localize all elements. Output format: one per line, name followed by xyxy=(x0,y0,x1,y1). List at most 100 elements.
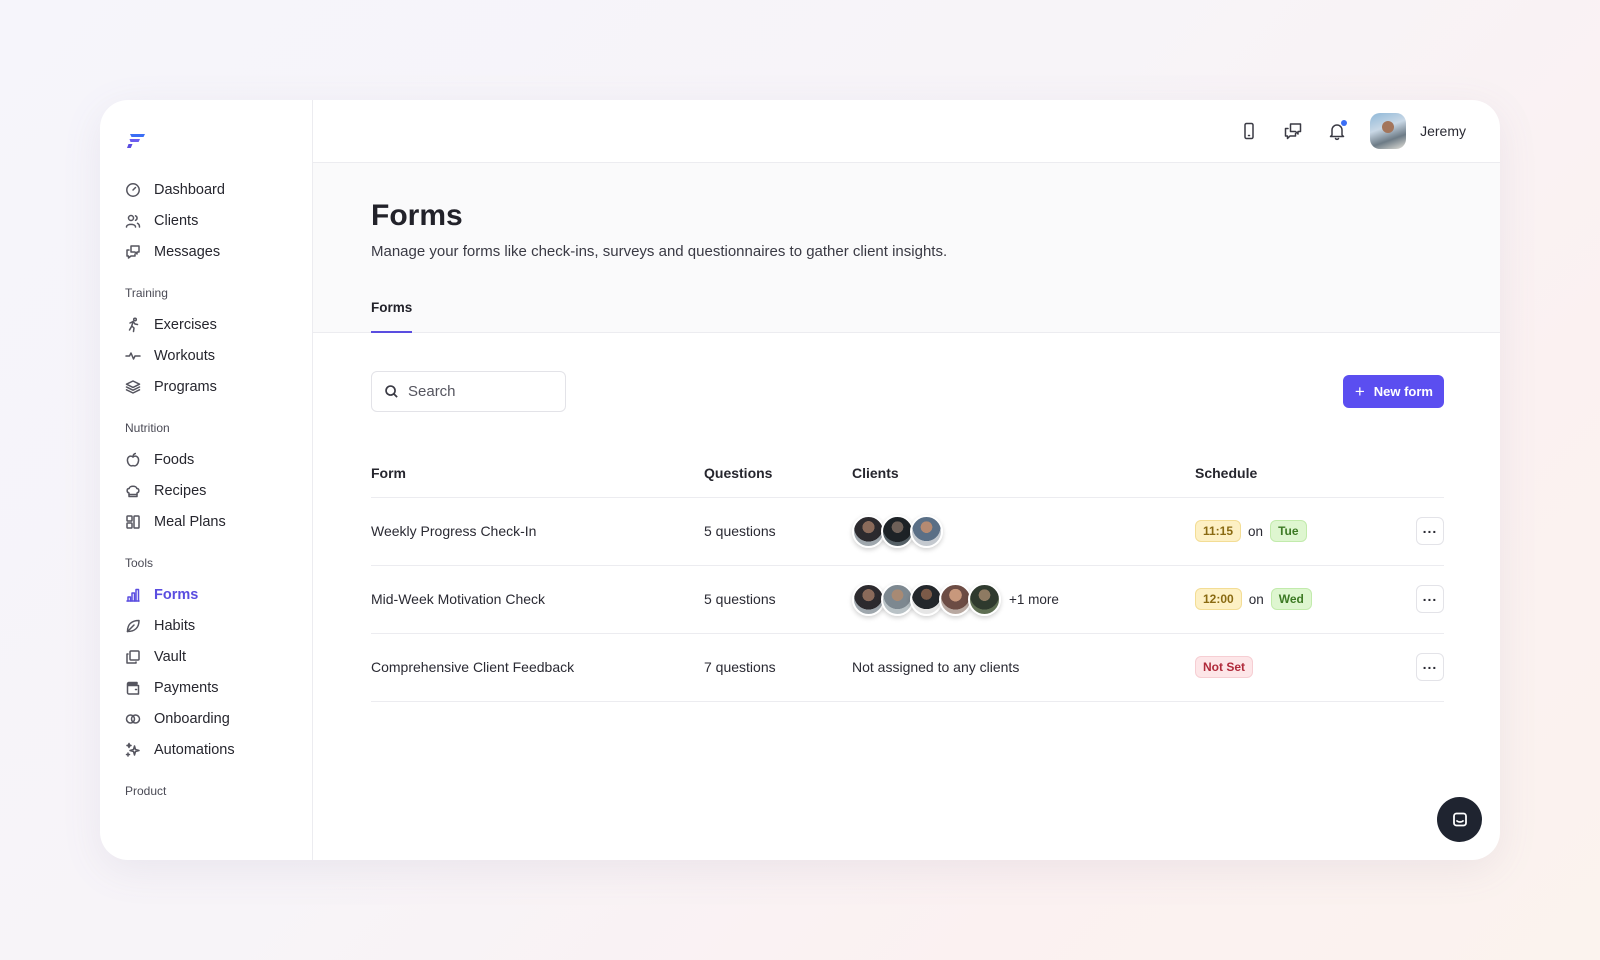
form-name[interactable]: Weekly Progress Check-In xyxy=(371,497,704,566)
form-name[interactable]: Comprehensive Client Feedback xyxy=(371,633,704,702)
sidebar-item-exercises[interactable]: Exercises xyxy=(125,309,312,340)
toolbar: + New form xyxy=(371,371,1444,412)
page-title: Forms xyxy=(371,199,463,232)
chat-bubble-icon xyxy=(1452,812,1467,826)
wallet-icon xyxy=(125,680,141,696)
clients-unassigned-text: Not assigned to any clients xyxy=(852,633,1195,702)
chat-icon[interactable] xyxy=(1282,120,1304,142)
meal-plan-icon xyxy=(125,514,141,530)
section-label-tools: Tools xyxy=(125,556,154,570)
sidebar-item-payments[interactable]: Payments xyxy=(125,672,312,703)
client-avatars[interactable]: +1 more xyxy=(852,582,1195,616)
sidebar-item-workouts[interactable]: Workouts xyxy=(125,340,312,371)
search-box[interactable] xyxy=(371,371,566,412)
schedule-cell: 12:00 on Wed xyxy=(1195,565,1396,634)
sidebar-item-vault[interactable]: Vault xyxy=(125,641,312,672)
schedule-status-badge: Not Set xyxy=(1195,656,1253,678)
client-avatar xyxy=(910,514,943,548)
messages-icon xyxy=(125,244,141,260)
table-header-row: Form Questions Clients Schedule xyxy=(371,450,1444,498)
header-schedule[interactable]: Schedule xyxy=(1195,450,1396,498)
sidebar-item-label: Vault xyxy=(154,648,186,665)
sidebar-item-recipes[interactable]: Recipes xyxy=(125,475,312,506)
sidebar-item-clients[interactable]: Clients xyxy=(125,205,312,236)
forms-icon xyxy=(125,587,141,603)
bell-icon[interactable] xyxy=(1326,120,1348,142)
sidebar-item-meal-plans[interactable]: Meal Plans xyxy=(125,506,312,537)
search-icon xyxy=(385,385,398,398)
question-count: 5 questions xyxy=(704,497,852,566)
clients-cell: +1 more xyxy=(852,565,1195,634)
running-icon xyxy=(125,316,141,333)
client-avatars[interactable] xyxy=(852,514,1195,548)
section-label-training: Training xyxy=(125,286,168,300)
sidebar-item-label: Clients xyxy=(154,212,199,229)
pulse-icon xyxy=(125,348,141,364)
form-name[interactable]: Mid-Week Motivation Check xyxy=(371,565,704,634)
support-chat-button[interactable] xyxy=(1437,797,1482,842)
header-clients[interactable]: Clients xyxy=(852,450,1195,498)
more-options-button[interactable]: ... xyxy=(1416,585,1444,613)
header-actions xyxy=(1395,450,1444,498)
schedule-cell: Not Set xyxy=(1195,633,1396,702)
more-clients-count[interactable]: +1 more xyxy=(1009,592,1059,607)
app-logo[interactable] xyxy=(125,128,149,152)
app-window: Dashboard Clients Messages Training Exer… xyxy=(100,100,1500,860)
table-row[interactable]: Mid-Week Motivation Check 5 questions +1… xyxy=(371,565,1444,634)
schedule-day-badge: Tue xyxy=(1270,520,1307,542)
section-label-nutrition: Nutrition xyxy=(125,421,170,435)
layers-icon xyxy=(125,379,141,395)
question-count: 7 questions xyxy=(704,633,852,702)
sidebar-item-label: Forms xyxy=(154,586,199,603)
new-form-label: New form xyxy=(1373,384,1433,399)
more-horizontal-icon: ... xyxy=(1422,588,1438,604)
sidebar-item-habits[interactable]: Habits xyxy=(125,610,312,641)
more-horizontal-icon: ... xyxy=(1422,520,1438,536)
section-label-product: Product xyxy=(125,784,167,798)
new-form-button[interactable]: + New form xyxy=(1342,375,1444,408)
more-options-button[interactable]: ... xyxy=(1416,517,1444,545)
sidebar-item-label: Payments xyxy=(154,679,219,696)
user-avatar[interactable] xyxy=(1370,113,1407,149)
onboarding-icon xyxy=(125,711,141,727)
plus-icon: + xyxy=(1354,382,1365,401)
tab-forms[interactable]: Forms xyxy=(371,300,413,333)
sidebar-item-messages[interactable]: Messages xyxy=(125,236,312,267)
sidebar-item-label: Messages xyxy=(154,243,221,260)
schedule-time-badge: 11:15 xyxy=(1195,520,1242,542)
sidebar-item-forms[interactable]: Forms xyxy=(125,579,312,610)
sidebar-item-automations[interactable]: Automations xyxy=(125,734,312,765)
actions-cell: ... xyxy=(1395,565,1444,634)
sidebar-item-programs[interactable]: Programs xyxy=(125,371,312,402)
sidebar-item-label: Exercises xyxy=(154,316,217,333)
header-questions[interactable]: Questions xyxy=(704,450,852,498)
schedule-day-badge: Wed xyxy=(1270,588,1312,610)
sidebar-item-label: Workouts xyxy=(154,347,215,364)
mobile-icon[interactable] xyxy=(1238,120,1260,142)
client-avatar xyxy=(968,582,1001,616)
header-form[interactable]: Form xyxy=(371,450,704,498)
sidebar: Dashboard Clients Messages Training Exer… xyxy=(100,100,313,860)
vault-icon xyxy=(125,649,141,665)
sidebar-item-label: Habits xyxy=(154,617,196,634)
table-row[interactable]: Comprehensive Client Feedback 7 question… xyxy=(371,633,1444,702)
sidebar-item-label: Onboarding xyxy=(154,710,230,727)
table-row[interactable]: Weekly Progress Check-In 5 questions 11:… xyxy=(371,497,1444,566)
sparkles-icon xyxy=(125,742,141,758)
more-options-button[interactable]: ... xyxy=(1416,653,1444,681)
schedule-on-text: on xyxy=(1248,591,1264,607)
sidebar-item-label: Automations xyxy=(154,741,235,758)
sidebar-item-onboarding[interactable]: Onboarding xyxy=(125,703,312,734)
sidebar-item-foods[interactable]: Foods xyxy=(125,444,312,475)
sidebar-item-dashboard[interactable]: Dashboard xyxy=(125,174,312,205)
clients-cell xyxy=(852,497,1195,566)
actions-cell: ... xyxy=(1395,497,1444,566)
search-input[interactable] xyxy=(408,383,548,400)
dashboard-icon xyxy=(125,182,141,198)
main-content: Jeremy Forms Manage your forms like chec… xyxy=(313,100,1500,860)
clients-icon xyxy=(125,213,141,229)
schedule-on-text: on xyxy=(1248,523,1264,539)
sidebar-item-label: Dashboard xyxy=(154,181,225,198)
topbar: Jeremy xyxy=(313,100,1500,163)
user-name[interactable]: Jeremy xyxy=(1420,123,1466,139)
